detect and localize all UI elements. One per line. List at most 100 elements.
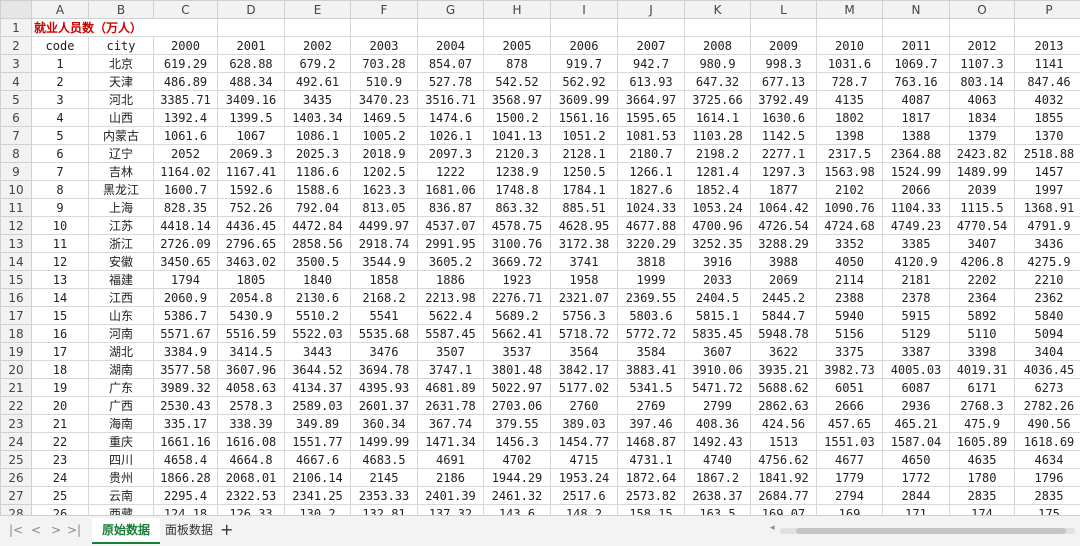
- value-cell[interactable]: 1779: [817, 469, 883, 487]
- value-cell[interactable]: 2445.2: [751, 289, 817, 307]
- value-cell[interactable]: 1392.4: [154, 109, 218, 127]
- value-cell[interactable]: 3384.9: [154, 343, 218, 361]
- row-header[interactable]: 28: [1, 505, 32, 516]
- value-cell[interactable]: 1005.2: [351, 127, 418, 145]
- value-cell[interactable]: 1081.53: [618, 127, 685, 145]
- value-cell[interactable]: 4499.97: [351, 217, 418, 235]
- value-cell[interactable]: 2033: [685, 271, 751, 289]
- value-cell[interactable]: 4715: [551, 451, 618, 469]
- value-cell[interactable]: 2388: [817, 289, 883, 307]
- column-header[interactable]: D: [218, 1, 285, 19]
- city-cell[interactable]: 江西: [89, 289, 154, 307]
- value-cell[interactable]: 2423.82: [950, 145, 1015, 163]
- header-cell[interactable]: 2002: [285, 37, 351, 55]
- value-cell[interactable]: 3982.73: [817, 361, 883, 379]
- value-cell[interactable]: 3387: [883, 343, 950, 361]
- value-cell[interactable]: 4135: [817, 91, 883, 109]
- city-cell[interactable]: 四川: [89, 451, 154, 469]
- value-cell[interactable]: 998.3: [751, 55, 817, 73]
- value-cell[interactable]: 2068.01: [218, 469, 285, 487]
- value-cell[interactable]: 2202: [950, 271, 1015, 289]
- value-cell[interactable]: 492.61: [285, 73, 351, 91]
- value-cell[interactable]: 1403.34: [285, 109, 351, 127]
- value-cell[interactable]: 5516.59: [218, 325, 285, 343]
- value-cell[interactable]: 2039: [950, 181, 1015, 199]
- column-header[interactable]: F: [351, 1, 418, 19]
- value-cell[interactable]: 1492.43: [685, 433, 751, 451]
- value-cell[interactable]: 2835: [950, 487, 1015, 505]
- value-cell[interactable]: 4063: [950, 91, 1015, 109]
- value-cell[interactable]: 2517.6: [551, 487, 618, 505]
- header-cell[interactable]: 2003: [351, 37, 418, 55]
- value-cell[interactable]: 3792.49: [751, 91, 817, 109]
- value-cell[interactable]: 2106.14: [285, 469, 351, 487]
- column-header[interactable]: A: [32, 1, 89, 19]
- row-header[interactable]: 22: [1, 397, 32, 415]
- value-cell[interactable]: 1866.28: [154, 469, 218, 487]
- city-cell[interactable]: 吉林: [89, 163, 154, 181]
- value-cell[interactable]: 126.33: [218, 505, 285, 516]
- value-cell[interactable]: 5689.2: [484, 307, 551, 325]
- value-cell[interactable]: 1202.5: [351, 163, 418, 181]
- value-cell[interactable]: 4050: [817, 253, 883, 271]
- row-header[interactable]: 2: [1, 37, 32, 55]
- value-cell[interactable]: 2369.55: [618, 289, 685, 307]
- city-cell[interactable]: 山西: [89, 109, 154, 127]
- code-cell[interactable]: 7: [32, 163, 89, 181]
- row-header[interactable]: 25: [1, 451, 32, 469]
- value-cell[interactable]: 3435: [285, 91, 351, 109]
- row-header[interactable]: 4: [1, 73, 32, 91]
- row-header[interactable]: 14: [1, 253, 32, 271]
- empty-cell[interactable]: [817, 19, 883, 37]
- value-cell[interactable]: 3507: [418, 343, 484, 361]
- value-cell[interactable]: 2782.26: [1015, 397, 1080, 415]
- value-cell[interactable]: 1222: [418, 163, 484, 181]
- value-cell[interactable]: 679.2: [285, 55, 351, 73]
- header-cell[interactable]: 2011: [883, 37, 950, 55]
- row-header[interactable]: 11: [1, 199, 32, 217]
- value-cell[interactable]: 5915: [883, 307, 950, 325]
- value-cell[interactable]: 4681.89: [418, 379, 484, 397]
- code-cell[interactable]: 3: [32, 91, 89, 109]
- value-cell[interactable]: 4667.6: [285, 451, 351, 469]
- value-cell[interactable]: 1115.5: [950, 199, 1015, 217]
- value-cell[interactable]: 1238.9: [484, 163, 551, 181]
- value-cell[interactable]: 3916: [685, 253, 751, 271]
- value-cell[interactable]: 4700.96: [685, 217, 751, 235]
- value-cell[interactable]: 1997: [1015, 181, 1080, 199]
- city-cell[interactable]: 广东: [89, 379, 154, 397]
- next-sheet-button[interactable]: >: [48, 522, 64, 538]
- value-cell[interactable]: 2401.39: [418, 487, 484, 505]
- value-cell[interactable]: 3568.97: [484, 91, 551, 109]
- value-cell[interactable]: 4436.45: [218, 217, 285, 235]
- value-cell[interactable]: 619.29: [154, 55, 218, 73]
- value-cell[interactable]: 4770.54: [950, 217, 1015, 235]
- value-cell[interactable]: 3818: [618, 253, 685, 271]
- city-cell[interactable]: 贵州: [89, 469, 154, 487]
- value-cell[interactable]: 2844: [883, 487, 950, 505]
- value-cell[interactable]: 4724.68: [817, 217, 883, 235]
- value-cell[interactable]: 3725.66: [685, 91, 751, 109]
- value-cell[interactable]: 4036.45: [1015, 361, 1080, 379]
- value-cell[interactable]: 2578.3: [218, 397, 285, 415]
- city-cell[interactable]: 湖北: [89, 343, 154, 361]
- value-cell[interactable]: 1623.3: [351, 181, 418, 199]
- city-cell[interactable]: 湖南: [89, 361, 154, 379]
- value-cell[interactable]: 4791.9: [1015, 217, 1080, 235]
- city-cell[interactable]: 上海: [89, 199, 154, 217]
- cell-table[interactable]: ABCDEFGHIJKLMNOP 1就业人员数（万人）2codecity2000…: [0, 0, 1080, 515]
- value-cell[interactable]: 3172.38: [551, 235, 618, 253]
- value-cell[interactable]: 2796.65: [218, 235, 285, 253]
- value-cell[interactable]: 2120.3: [484, 145, 551, 163]
- value-cell[interactable]: 1164.02: [154, 163, 218, 181]
- value-cell[interactable]: 803.14: [950, 73, 1015, 91]
- value-cell[interactable]: 2025.3: [285, 145, 351, 163]
- value-cell[interactable]: 1281.4: [685, 163, 751, 181]
- spreadsheet-grid[interactable]: ABCDEFGHIJKLMNOP 1就业人员数（万人）2codecity2000…: [0, 0, 1080, 515]
- value-cell[interactable]: 2589.03: [285, 397, 351, 415]
- value-cell[interactable]: 854.07: [418, 55, 484, 73]
- value-cell[interactable]: 3801.48: [484, 361, 551, 379]
- value-cell[interactable]: 1840: [285, 271, 351, 289]
- value-cell[interactable]: 1867.2: [685, 469, 751, 487]
- value-cell[interactable]: 2210: [1015, 271, 1080, 289]
